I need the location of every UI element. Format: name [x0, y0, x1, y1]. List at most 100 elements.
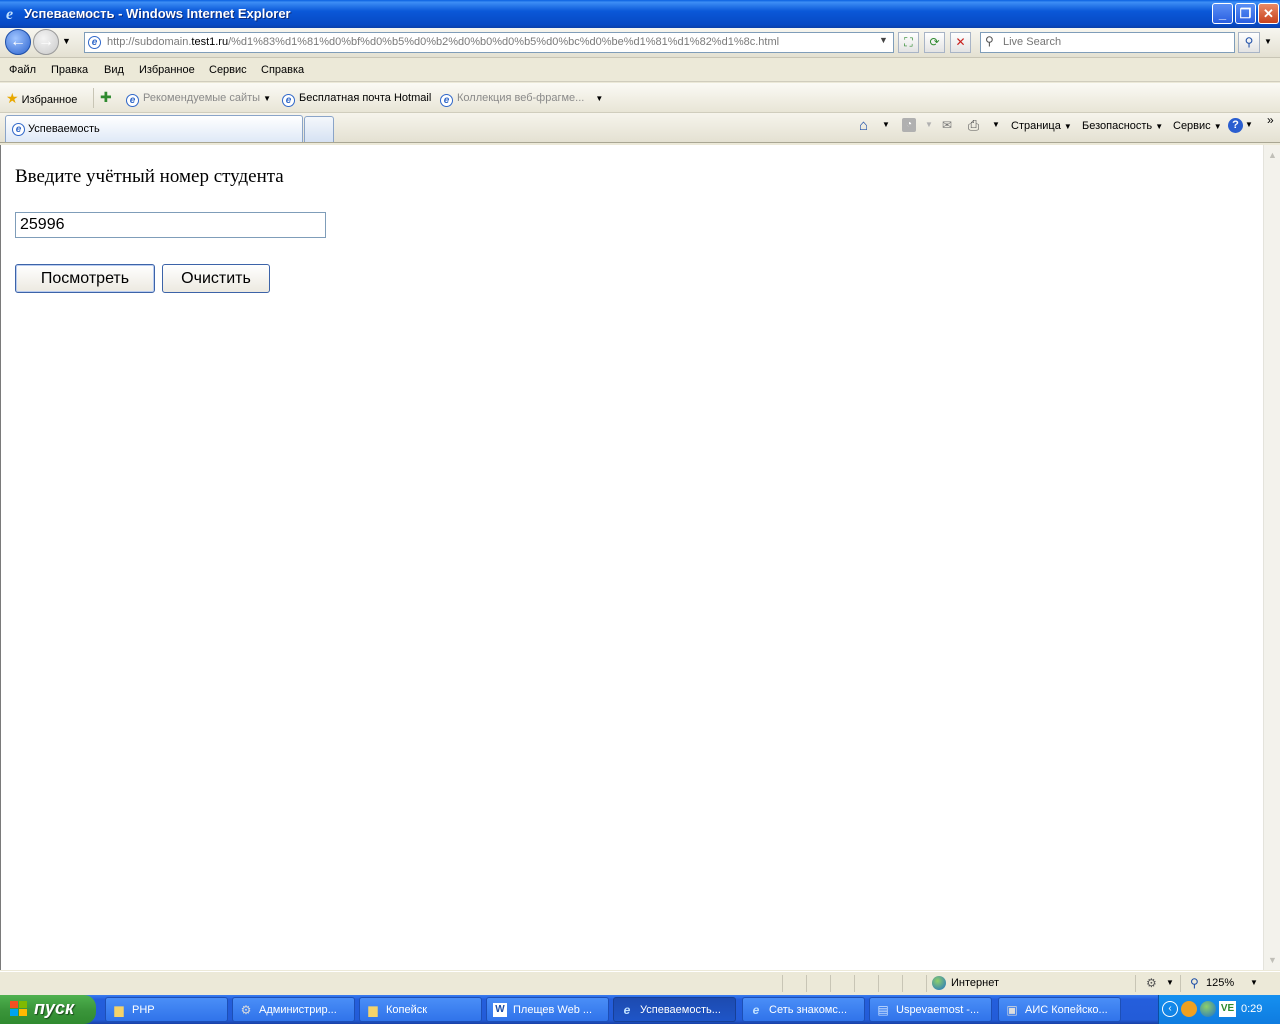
- feeds-dropdown-icon[interactable]: ▼: [925, 120, 933, 129]
- chevron-down-icon: ▼: [263, 94, 272, 103]
- add-favorite-icon[interactable]: ✚: [100, 89, 112, 106]
- clear-button[interactable]: Очистить: [162, 264, 270, 293]
- student-id-prompt: Введите учётный номер студента: [15, 166, 284, 187]
- taskbar-item-word[interactable]: W Плещев Web ...: [486, 997, 609, 1022]
- protected-mode-icon[interactable]: ⚙: [1146, 976, 1157, 990]
- admin-tools-icon: ⚙: [240, 1003, 252, 1017]
- system-tray: ‹ VE 0:29: [1158, 995, 1280, 1024]
- page-menu[interactable]: Страница ▼: [1011, 120, 1072, 132]
- address-url: http://subdomain.test1.ru/%d1%83%d1%81%d…: [107, 36, 780, 48]
- menu-edit[interactable]: Правка: [51, 64, 88, 76]
- folder-icon: ▆: [114, 1003, 124, 1017]
- ie-page-icon: e: [126, 94, 139, 107]
- home-dropdown-icon[interactable]: ▼: [882, 120, 890, 129]
- page-icon: e: [88, 36, 101, 49]
- ie-page-icon: e: [12, 123, 25, 136]
- zoom-level[interactable]: 125%: [1206, 977, 1234, 989]
- zoom-dropdown-icon[interactable]: ▼: [1250, 978, 1258, 987]
- favorite-web-slices[interactable]: e Коллекция веб-фрагме... ▼: [440, 92, 603, 107]
- mail-icon[interactable]: ✉: [942, 118, 952, 132]
- taskbar-item-kopeisk[interactable]: ▆ Копейск: [359, 997, 482, 1022]
- ie-icon: e: [623, 1003, 631, 1017]
- divider: [1180, 975, 1181, 992]
- start-button[interactable]: пуск: [0, 995, 96, 1024]
- search-go-icon[interactable]: ⚲: [1238, 32, 1260, 53]
- taskbar-item-uspevaemost[interactable]: ▤ Uspevaemost -...: [869, 997, 992, 1022]
- recent-pages-dropdown[interactable]: ▼: [62, 36, 71, 46]
- divider: [1135, 975, 1136, 992]
- menu-favorites[interactable]: Избранное: [139, 64, 195, 76]
- globe-icon: [932, 976, 946, 990]
- compatibility-view-icon[interactable]: ⛶: [898, 32, 919, 53]
- menu-help[interactable]: Справка: [261, 64, 304, 76]
- search-input[interactable]: [1001, 35, 1231, 49]
- protected-mode-dropdown-icon[interactable]: ▼: [1166, 978, 1174, 987]
- zoom-icon[interactable]: ⚲: [1190, 976, 1199, 990]
- forward-button[interactable]: →: [33, 29, 59, 55]
- title-bar: e Успеваемость - Windows Internet Explor…: [0, 0, 1280, 28]
- search-box[interactable]: ⚲: [980, 32, 1235, 53]
- student-id-input[interactable]: [15, 212, 326, 238]
- address-toolbar: ← → ▼ e http://subdomain.test1.ru/%d1%83…: [0, 28, 1280, 58]
- scroll-up-icon[interactable]: ▲: [1265, 147, 1280, 163]
- taskbar: пуск ▆ PHP ⚙ Администрир... ▆ Копейск W …: [0, 995, 1280, 1024]
- network-icon[interactable]: [1200, 1001, 1216, 1017]
- menu-bar: Файл Правка Вид Избранное Сервис Справка: [0, 59, 1280, 82]
- stop-icon[interactable]: ✕: [950, 32, 971, 53]
- menu-view[interactable]: Вид: [104, 64, 124, 76]
- page-content: Введите учётный номер студента Посмотрет…: [0, 145, 1263, 970]
- close-button[interactable]: ✕: [1258, 3, 1279, 24]
- address-bar[interactable]: e http://subdomain.test1.ru/%d1%83%d1%81…: [84, 32, 894, 53]
- show-hidden-icons-icon[interactable]: ‹: [1162, 1001, 1178, 1017]
- tools-menu[interactable]: Сервис ▼: [1173, 120, 1222, 132]
- menu-tools[interactable]: Сервис: [209, 64, 247, 76]
- window-title: Успеваемость - Windows Internet Explorer: [24, 6, 291, 21]
- restore-button[interactable]: ❐: [1235, 3, 1256, 24]
- divider: [806, 975, 807, 992]
- back-button[interactable]: ←: [5, 29, 31, 55]
- search-icon: ⚲: [985, 34, 994, 48]
- application-icon: ▣: [1006, 1003, 1018, 1017]
- home-icon[interactable]: ⌂: [859, 117, 868, 134]
- divider: [854, 975, 855, 992]
- ie-icon: e: [752, 1003, 760, 1017]
- address-dropdown-icon[interactable]: ▼: [879, 35, 888, 45]
- svg-text:e: e: [6, 6, 13, 21]
- scroll-down-icon[interactable]: ▼: [1265, 952, 1280, 968]
- help-icon[interactable]: ?: [1228, 118, 1243, 133]
- ie-page-icon: e: [440, 94, 453, 107]
- tab-row: e Успеваемость ⌂ ▼ ◔ ▼ ✉ ⎙ ▼ Страница ▼ …: [0, 113, 1280, 143]
- taskbar-item-ie-social[interactable]: e Сеть знакомс...: [742, 997, 865, 1022]
- favorite-hotmail[interactable]: e Бесплатная почта Hotmail: [282, 92, 431, 107]
- vertical-scrollbar[interactable]: ▲ ▼: [1263, 145, 1280, 970]
- folder-icon: ▆: [368, 1003, 378, 1017]
- favorites-button[interactable]: ★ Избранное: [6, 90, 77, 107]
- word-document-icon: W: [493, 1003, 507, 1017]
- favorite-suggested-sites[interactable]: e Рекомендуемые сайты ▼: [126, 92, 271, 107]
- clock[interactable]: 0:29: [1241, 1003, 1262, 1015]
- tab-active[interactable]: e Успеваемость: [5, 115, 303, 142]
- print-dropdown-icon[interactable]: ▼: [992, 120, 1000, 129]
- start-label: пуск: [34, 998, 75, 1018]
- search-options-dropdown[interactable]: ▼: [1264, 37, 1272, 46]
- refresh-icon[interactable]: ⟳: [924, 32, 945, 53]
- print-icon[interactable]: ⎙: [968, 117, 979, 134]
- new-tab-button[interactable]: [304, 116, 334, 142]
- star-icon: ★: [6, 90, 19, 106]
- divider: [926, 975, 927, 992]
- taskbar-item-ais[interactable]: ▣ АИС Копейско...: [998, 997, 1121, 1022]
- language-indicator-icon[interactable]: VE: [1219, 1001, 1236, 1017]
- taskbar-item-ie-active[interactable]: e Успеваемость...: [613, 997, 736, 1022]
- tab-label: Успеваемость: [28, 123, 100, 135]
- menu-file[interactable]: Файл: [9, 64, 36, 76]
- view-button[interactable]: Посмотреть: [15, 264, 155, 293]
- chevron-more-icon[interactable]: »: [1267, 113, 1274, 127]
- safety-menu[interactable]: Безопасность ▼: [1082, 120, 1163, 132]
- feeds-icon[interactable]: ◔: [902, 118, 916, 132]
- divider: [902, 975, 903, 992]
- minimize-button[interactable]: _: [1212, 3, 1233, 24]
- help-dropdown-icon[interactable]: ▼: [1245, 120, 1253, 129]
- tray-app-icon[interactable]: [1181, 1001, 1197, 1017]
- taskbar-item-php[interactable]: ▆ PHP: [105, 997, 228, 1022]
- taskbar-item-admin[interactable]: ⚙ Администрир...: [232, 997, 355, 1022]
